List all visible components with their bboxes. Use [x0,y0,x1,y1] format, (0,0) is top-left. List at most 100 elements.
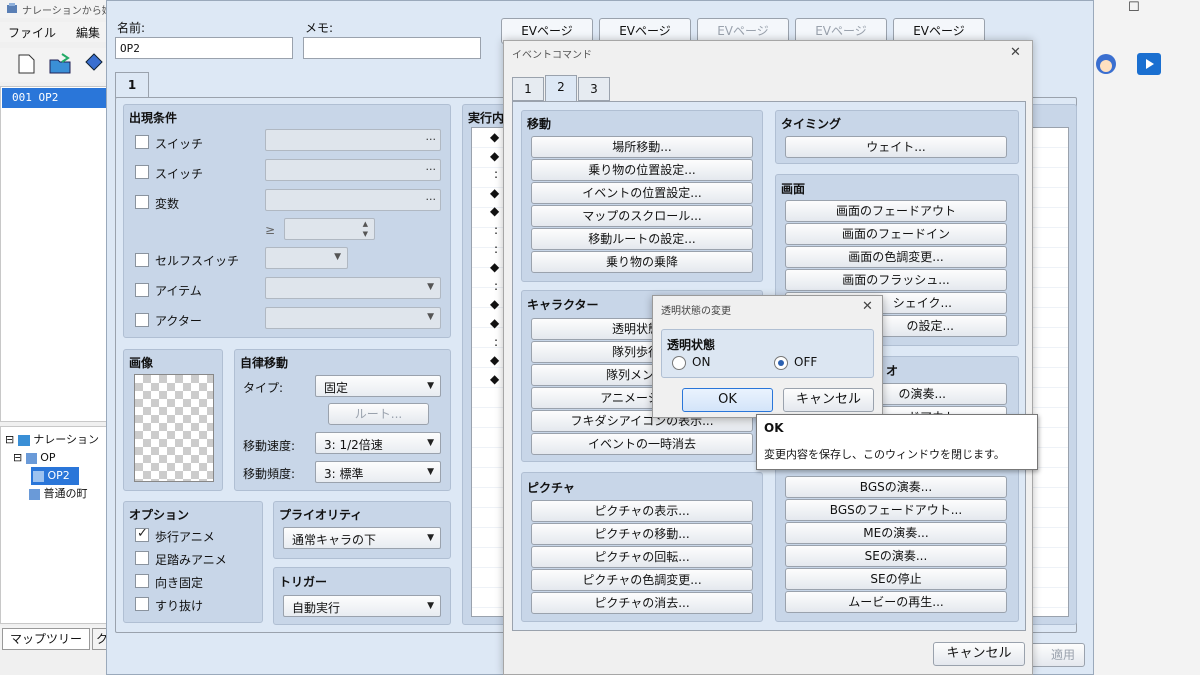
command-window-title: イベントコマンド [512,50,592,61]
flash-screen-button[interactable]: 画面のフラッシュ... [785,269,1007,291]
close-icon[interactable]: ✕ [1010,45,1021,60]
switch2-checkbox[interactable] [135,165,149,179]
map-tree[interactable]: ⊟ ナレーション ⊟ OP OP2 普通の町 [0,426,108,624]
character-icon[interactable] [1094,52,1118,78]
walking-anim-checkbox[interactable] [135,526,149,542]
stop-se-button[interactable]: SEの停止 [785,568,1007,590]
menu-edit[interactable]: 編集 [76,24,100,41]
priority-dropdown[interactable]: 通常キャラの下 ▼ [283,527,441,549]
speed-dropdown[interactable]: 3: 1/2倍速 ▼ [315,432,441,454]
transfer-player-button[interactable]: 場所移動... [531,136,753,158]
tint-picture-button[interactable]: ピクチャの色調変更... [531,569,753,591]
variable-field[interactable]: ··· [265,189,441,211]
tree-item-op2[interactable]: OP2 [31,467,79,485]
close-icon[interactable]: ✕ [862,299,873,314]
memo-label: メモ: [305,21,334,35]
frequency-dropdown[interactable]: 3: 標準 ▼ [315,461,441,483]
fadeout-bgs-button[interactable]: BGSのフェードアウト... [785,499,1007,521]
command-tab-3[interactable]: 3 [578,77,610,101]
tree-root[interactable]: ⊟ ナレーション [5,431,99,449]
route-button[interactable]: ルート... [328,403,429,425]
through-checkbox[interactable] [135,597,149,611]
wait-button[interactable]: ウェイト... [785,136,1007,158]
menu-file[interactable]: ファイル [8,24,56,41]
item-checkbox[interactable] [135,283,149,297]
image-preview[interactable] [134,374,214,482]
scroll-map-button[interactable]: マップのスクロール... [531,205,753,227]
command-tab-1[interactable]: 1 [512,77,544,101]
memo-input[interactable] [303,37,481,59]
fadeout-screen-button[interactable]: 画面のフェードアウト [785,200,1007,222]
play-bgs-button[interactable]: BGSの演奏... [785,476,1007,498]
chevron-down-icon: ▼ [334,252,341,262]
self-switch-dropdown[interactable]: ▼ [265,247,348,269]
transparency-ok-button[interactable]: OK [682,388,773,412]
transparency-cancel-button[interactable]: キャンセル [783,388,874,412]
transparency-on-radio[interactable] [672,356,686,370]
map-list[interactable]: 001 OP2 [0,86,108,422]
switch1-field[interactable]: ··· [265,129,441,151]
tint-screen-button[interactable]: 画面の色調変更... [785,246,1007,268]
priority-value: 通常キャラの下 [292,533,377,547]
timing-header: タイミング [781,117,842,131]
spin-down-icon[interactable]: ▼ [363,230,368,238]
event-location-button[interactable]: イベントの位置設定... [531,182,753,204]
trigger-dropdown[interactable]: 自動実行 ▼ [283,595,441,617]
erase-event-button[interactable]: イベントの一時消去 [531,433,753,455]
tree-item-town[interactable]: 普通の町 [29,485,88,503]
play-me-button[interactable]: MEの演奏... [785,522,1007,544]
picture-header: ピクチャ [527,481,575,495]
playtest-icon[interactable] [1136,52,1162,76]
save-icon[interactable] [82,52,106,76]
fadein-screen-button[interactable]: 画面のフェードイン [785,223,1007,245]
maximize-button[interactable]: ☐ [1128,0,1140,15]
tree-item-op2-label: OP2 [47,469,70,482]
self-switch-checkbox[interactable] [135,253,149,267]
conditions-panel: 出現条件 スイッチ ··· スイッチ ··· 変数 ··· ≥ ▲ ▼ セルフスイ… [123,104,451,338]
map-icon [29,488,40,500]
tree-item-op[interactable]: ⊟ OP [13,449,56,467]
tab-map-tree[interactable]: マップツリー [2,628,90,650]
command-cancel-button[interactable]: キャンセル [933,642,1025,666]
new-project-icon[interactable] [14,52,38,76]
stepping-anim-label: 足踏みアニメ [155,553,227,567]
map-icon [33,470,44,482]
page-tab-1[interactable]: 1 [115,72,149,98]
variable-checkbox[interactable] [135,195,149,209]
switch2-label: スイッチ [155,167,204,181]
direction-fix-checkbox[interactable] [135,574,149,588]
priority-header: プライオリティ [279,508,363,522]
switch1-checkbox[interactable] [135,135,149,149]
execution-marker: ◆ [490,353,500,368]
show-picture-button[interactable]: ピクチャの表示... [531,500,753,522]
actor-checkbox[interactable] [135,313,149,327]
direction-fix-label: 向き固定 [155,576,204,590]
name-input[interactable]: OP2 [115,37,293,59]
options-panel: オプション 歩行アニメ 足踏みアニメ 向き固定 すり抜け [123,501,263,623]
erase-picture-button[interactable]: ピクチャの消去... [531,592,753,614]
move-route-button[interactable]: 移動ルートの設定... [531,228,753,250]
vehicle-ride-button[interactable]: 乗り物の乗降 [531,251,753,273]
command-tab-2[interactable]: 2 [545,75,577,103]
move-picture-button[interactable]: ピクチャの移動... [531,523,753,545]
transparency-off-radio[interactable] [774,356,788,370]
play-se-button[interactable]: SEの演奏... [785,545,1007,567]
more-icon: ··· [425,193,437,206]
chevron-down-icon: ▼ [427,467,434,477]
rotate-picture-button[interactable]: ピクチャの回転... [531,546,753,568]
actor-dropdown[interactable]: ▼ [265,307,441,329]
tooltip-text: 変更内容を保存し、このウィンドウを閉じます。 [764,448,1005,461]
map-list-item-selected[interactable]: 001 OP2 [2,88,106,108]
play-movie-button[interactable]: ムービーの再生... [785,591,1007,613]
variable-value-spinner[interactable]: ▲ ▼ [284,218,375,240]
type-dropdown[interactable]: 固定 ▼ [315,375,441,397]
stepping-anim-checkbox[interactable] [135,551,149,565]
switch2-field[interactable]: ··· [265,159,441,181]
spin-up-icon[interactable]: ▲ [363,220,368,228]
screen-header: 画面 [781,182,806,196]
open-folder-icon[interactable] [48,52,72,76]
autonomous-header: 自律移動 [240,356,289,370]
vehicle-location-button[interactable]: 乗り物の位置設定... [531,159,753,181]
item-dropdown[interactable]: ▼ [265,277,441,299]
apply-button[interactable]: 適用 [1027,643,1085,667]
